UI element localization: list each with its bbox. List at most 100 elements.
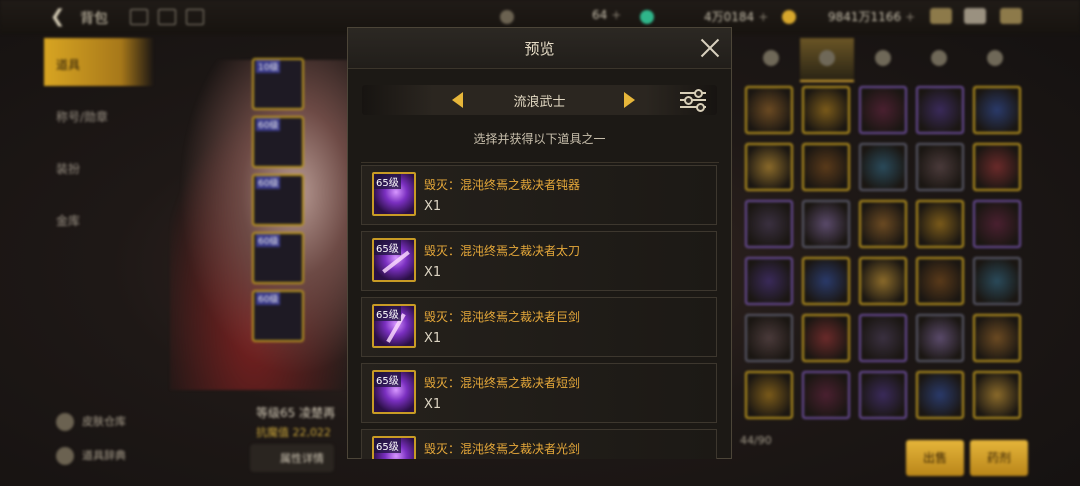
inventory-cell[interactable]	[973, 371, 1021, 419]
tab-special[interactable]	[968, 38, 1022, 80]
sort-icon[interactable]	[186, 9, 204, 25]
inventory-cell[interactable]	[859, 371, 907, 419]
list-item[interactable]: 65级 毁灭：混沌终焉之裁决者光剑 X1	[361, 429, 717, 459]
equip-slot[interactable]: 60级	[252, 116, 304, 168]
inventory-cell[interactable]	[802, 143, 850, 191]
inventory-cell[interactable]	[745, 257, 793, 305]
item-name: 毁灭：混沌终焉之裁决者巨剑	[424, 310, 581, 324]
weapon-icon: 65级	[372, 370, 416, 414]
inventory-cell[interactable]	[859, 86, 907, 134]
inventory-cell[interactable]	[745, 371, 793, 419]
tab-materials[interactable]	[856, 38, 910, 80]
list-item[interactable]: 65级 毁灭：混沌终焉之裁决者钝器 X1	[361, 165, 717, 225]
nav-item-items[interactable]: 道具	[44, 38, 154, 86]
inventory-cell[interactable]	[916, 86, 964, 134]
inventory-cell[interactable]	[859, 143, 907, 191]
weapon-icon: 65级	[372, 304, 416, 348]
sell-button[interactable]: 出售	[906, 440, 964, 476]
page-title: 背包	[80, 11, 108, 27]
nav-item-avatar[interactable]: 装扮	[44, 142, 154, 190]
item-quantity: X1	[424, 199, 442, 214]
grid-icon[interactable]	[158, 9, 176, 25]
inventory-count: 44/90	[740, 434, 772, 447]
back-icon[interactable]: ❮	[50, 6, 65, 27]
inventory-cell[interactable]	[802, 371, 850, 419]
inventory-cell[interactable]	[859, 257, 907, 305]
gold-coin-icon	[782, 10, 796, 24]
item-quantity: X1	[424, 397, 442, 412]
equip-slot[interactable]: 10级	[252, 58, 304, 110]
character-power: 抗魔值 22,022	[256, 426, 331, 439]
skin-storage-link[interactable]: 皮肤仓库	[56, 413, 126, 431]
equip-slot[interactable]: 60级	[252, 290, 304, 342]
disassemble-button[interactable]: 药剂	[970, 440, 1028, 476]
dialog-header: 预览	[348, 28, 731, 69]
inventory-cell[interactable]	[802, 314, 850, 362]
dialog-title: 预览	[524, 40, 555, 58]
inventory-cell[interactable]	[916, 371, 964, 419]
filter-icon[interactable]	[680, 89, 706, 112]
item-quantity: X1	[424, 265, 442, 280]
resource-2: 4万0184 +	[704, 10, 769, 24]
class-name: 流浪武士	[513, 95, 566, 110]
star-icon	[987, 50, 1003, 66]
tab-consumables[interactable]	[800, 38, 854, 82]
resource-3: 9841万1166 +	[828, 10, 916, 24]
attribute-details-button[interactable]: 属性详情	[250, 444, 334, 472]
list-item[interactable]: 65级 毁灭：混沌终焉之裁决者短剑 X1	[361, 363, 717, 423]
gem-icon	[640, 10, 654, 24]
inventory-cell[interactable]	[745, 86, 793, 134]
inventory-cell[interactable]	[859, 314, 907, 362]
equip-slot[interactable]: 60级	[252, 232, 304, 284]
inventory-cell[interactable]	[802, 86, 850, 134]
weapon-icon: 65级	[372, 436, 416, 459]
nav-item-vault[interactable]: 金库	[44, 194, 154, 242]
book-icon	[56, 447, 74, 465]
item-name: 毁灭：混沌终焉之裁决者钝器	[424, 178, 581, 192]
chevron-right-icon[interactable]	[624, 92, 635, 108]
mail-icon[interactable]	[964, 8, 986, 24]
inventory-cell[interactable]	[802, 257, 850, 305]
wardrobe-icon	[56, 413, 74, 431]
inventory-tabs	[744, 38, 1034, 82]
item-name: 毁灭：混沌终焉之裁决者太刀	[424, 244, 581, 258]
inventory-cell[interactable]	[973, 314, 1021, 362]
tab-quest[interactable]	[912, 38, 966, 80]
currency-icon	[500, 10, 514, 24]
inventory-cell[interactable]	[916, 257, 964, 305]
resource-1: 64 +	[592, 8, 622, 22]
character-name: 等级65 凌楚再	[256, 406, 336, 420]
preview-dialog: 预览 流浪武士 选择并获得以下道具之一 65级 毁灭：混沌终焉之裁决者钝器 X1…	[347, 27, 732, 459]
tab-equipment[interactable]	[744, 38, 798, 80]
list-item[interactable]: 65级 毁灭：混沌终焉之裁决者太刀 X1	[361, 231, 717, 291]
inventory-cell[interactable]	[916, 200, 964, 248]
close-icon[interactable]	[699, 37, 721, 59]
weapon-icon: 65级	[372, 172, 416, 216]
inventory-cell[interactable]	[745, 143, 793, 191]
item-name: 毁灭：混沌终焉之裁决者光剑	[424, 442, 581, 456]
eye-icon[interactable]	[130, 9, 148, 25]
inventory-cell[interactable]	[745, 314, 793, 362]
equip-slot[interactable]: 60级	[252, 174, 304, 226]
inventory-cell[interactable]	[745, 200, 793, 248]
shop-icon[interactable]	[930, 8, 952, 24]
inventory-cell[interactable]	[973, 143, 1021, 191]
item-dictionary-link[interactable]: 道具辞典	[56, 447, 126, 465]
inventory-cell[interactable]	[973, 200, 1021, 248]
inventory-cell[interactable]	[859, 200, 907, 248]
chat-icon[interactable]	[1000, 8, 1022, 24]
nav-item-titles[interactable]: 称号/勋章	[44, 90, 154, 138]
paw-icon	[763, 50, 779, 66]
item-name: 毁灭：混沌终焉之裁决者短剑	[424, 376, 581, 390]
material-icon	[875, 50, 891, 66]
item-quantity: X1	[424, 331, 442, 346]
inventory-cell[interactable]	[802, 200, 850, 248]
potion-icon	[819, 50, 835, 66]
weapon-icon: 65级	[372, 238, 416, 282]
left-nav: 道具 称号/勋章 装扮 金库	[44, 38, 159, 478]
inventory-cell[interactable]	[916, 314, 964, 362]
inventory-cell[interactable]	[973, 86, 1021, 134]
inventory-cell[interactable]	[916, 143, 964, 191]
list-item[interactable]: 65级 毁灭：混沌终焉之裁决者巨剑 X1	[361, 297, 717, 357]
inventory-cell[interactable]	[973, 257, 1021, 305]
